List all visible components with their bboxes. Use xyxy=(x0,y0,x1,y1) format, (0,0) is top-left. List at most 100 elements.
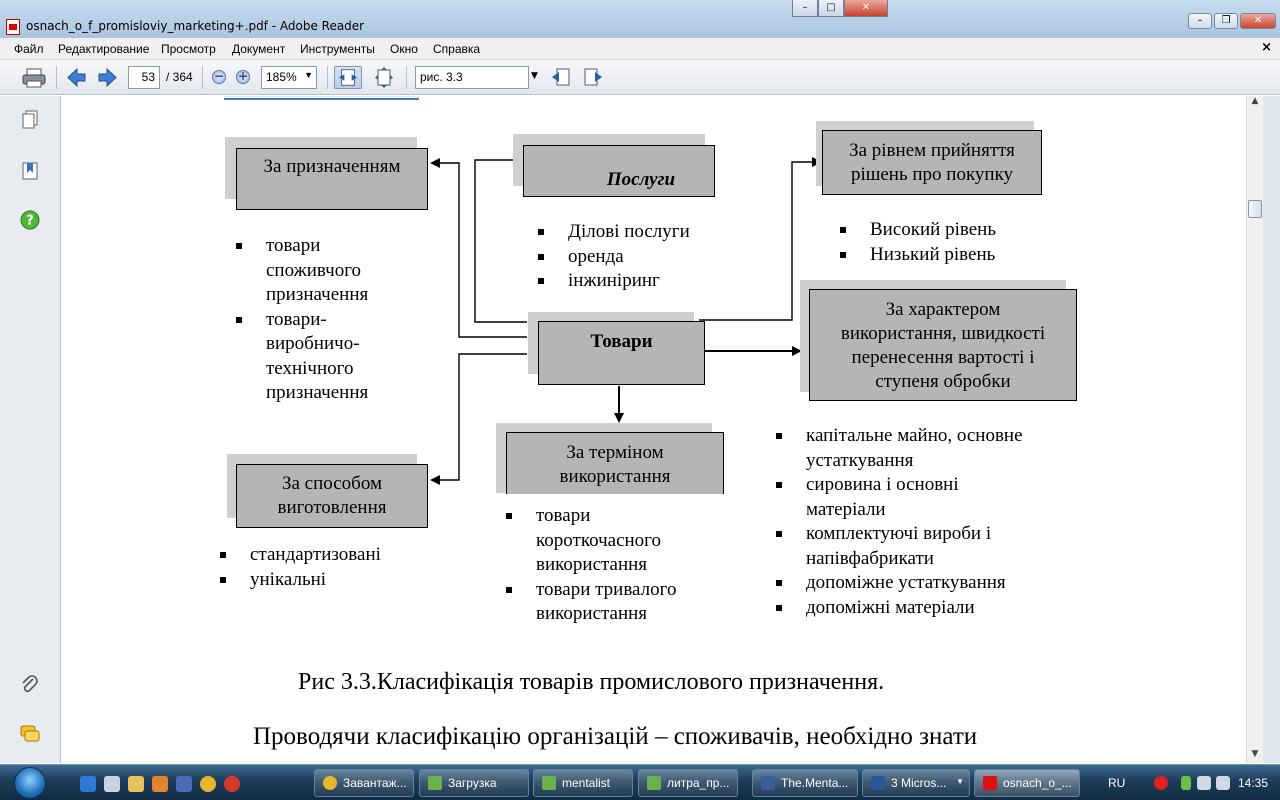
outer-window-controls: – □ ✕ xyxy=(792,0,888,17)
task-item-download[interactable]: Загрузка xyxy=(419,769,529,797)
folder-icon xyxy=(428,776,442,790)
previous-page-icon[interactable] xyxy=(64,66,88,89)
task-item-microsoft-word[interactable]: 3 Micros... ▼ xyxy=(862,769,970,797)
box-usage-line-4: ступеня обробки xyxy=(875,371,1011,392)
menu-help[interactable]: Справка xyxy=(433,42,480,56)
list-item: товари споживчого призначення xyxy=(236,234,416,308)
attachments-icon[interactable] xyxy=(19,674,41,696)
box-term-line-1: За терміном xyxy=(566,442,664,463)
explorer-icon[interactable] xyxy=(128,776,144,792)
menu-view[interactable]: Просмотр xyxy=(161,42,216,56)
window-controls: – ❐ ✕ xyxy=(1186,13,1276,29)
body-text: Проводячи класифікацію організацій – спо… xyxy=(253,723,978,750)
list-item: допоміжні матеріали xyxy=(776,596,1066,621)
figure-caption: Рис 3.3.Класифікація товарів промисловог… xyxy=(298,669,885,695)
menu-edit[interactable]: Редактирование xyxy=(58,42,149,56)
opera-tray-icon[interactable] xyxy=(1154,776,1168,790)
navigation-panel: ? xyxy=(0,96,61,763)
show-desktop-icon[interactable] xyxy=(104,776,120,792)
list-item: товари короткочасного використання xyxy=(506,504,706,578)
menu-file[interactable]: Файл xyxy=(14,42,44,56)
start-button[interactable] xyxy=(14,767,46,799)
fit-page-icon[interactable] xyxy=(370,66,398,89)
scrollbar-thumb[interactable] xyxy=(1248,200,1262,218)
box-purpose: За призначенням xyxy=(236,148,428,210)
close-icon[interactable]: ✕ xyxy=(844,0,888,17)
internet-explorer-icon[interactable] xyxy=(80,776,96,792)
toolbar: 53 / 364 − + 185% ▼ рис. 3.3 ▼ xyxy=(0,60,1280,95)
chrome-icon xyxy=(323,776,337,790)
document-view: За призначенням Послуги За рівнем прийня… xyxy=(62,96,1246,763)
menu-window[interactable]: Окно xyxy=(390,42,418,56)
pdf-icon xyxy=(983,776,997,790)
list-item: товари-виробничо-технічного призначення xyxy=(236,308,416,406)
chevron-down-icon: ▼ xyxy=(304,70,313,80)
scroll-up-icon[interactable]: ▲ xyxy=(1247,96,1263,110)
bookmarks-icon[interactable] xyxy=(19,160,41,182)
task-item-chrome[interactable]: Завантаж... xyxy=(314,769,414,797)
restore-button[interactable]: ❐ xyxy=(1214,13,1238,29)
menu-tools[interactable]: Инструменты xyxy=(300,42,375,56)
box-usage-character: За характером використання, швидкості пе… xyxy=(809,289,1077,401)
search-dropdown-icon[interactable]: ▼ xyxy=(531,71,538,94)
list-item: комплектуючі вироби і напівфабрикати xyxy=(776,522,1066,571)
save-icon[interactable] xyxy=(176,776,192,792)
next-page-icon[interactable] xyxy=(96,66,120,89)
list-item: товари тривалого використання xyxy=(506,578,706,627)
volume-icon[interactable] xyxy=(1216,776,1230,790)
search-input[interactable]: рис. 3.3 xyxy=(415,66,529,89)
list-item: стандартизовані xyxy=(220,543,420,568)
box-term-line-2: використання xyxy=(559,466,671,487)
list-item: сировина і основні матеріали xyxy=(776,473,1066,522)
chrome-icon[interactable] xyxy=(200,776,216,792)
tray-app-icon[interactable] xyxy=(1181,776,1191,790)
box-usage-line-3: перенесення вартості і xyxy=(851,347,1035,368)
pages-icon[interactable] xyxy=(19,109,41,131)
zoom-out-icon[interactable]: − xyxy=(212,70,226,84)
list-term: товари короткочасного використання товари … xyxy=(506,504,706,627)
language-indicator[interactable]: RU xyxy=(1108,776,1125,790)
page-total: / 364 xyxy=(166,70,193,84)
comments-icon[interactable] xyxy=(19,723,41,745)
find-next-icon[interactable] xyxy=(582,66,604,89)
list-item: унікальні xyxy=(220,568,420,593)
zoom-in-icon[interactable]: + xyxy=(236,70,250,84)
minimize-icon[interactable]: – xyxy=(792,0,818,17)
help-icon[interactable]: ? xyxy=(19,209,41,231)
list-services: Ділові послуги оренда інжиніринг xyxy=(538,220,738,294)
close-document-icon[interactable]: × xyxy=(1261,40,1272,55)
opera-icon[interactable] xyxy=(224,776,240,792)
fit-width-icon[interactable] xyxy=(334,66,362,89)
list-item: оренда xyxy=(538,245,738,270)
list-item: Ділові послуги xyxy=(538,220,738,245)
scroll-down-icon[interactable]: ▼ xyxy=(1247,749,1263,763)
zoom-select[interactable]: 185% ▼ xyxy=(261,66,317,89)
page-number-input[interactable]: 53 xyxy=(128,66,160,89)
box-manufacturing-line-1: За способом xyxy=(281,473,383,494)
box-usage-line-1: За характером xyxy=(885,299,1001,320)
menu-document[interactable]: Документ xyxy=(232,42,285,56)
task-item-the-mentalist[interactable]: The.Menta... xyxy=(752,769,858,797)
list-usage-character: капітальне майно, основне устаткування си… xyxy=(776,424,1066,620)
task-item-adobe-reader[interactable]: osnach_o_... xyxy=(974,769,1080,797)
media-icon xyxy=(761,776,775,790)
menu-bar: Файл Редактирование Просмотр Документ Ин… xyxy=(0,38,1280,60)
task-item-mentalist[interactable]: mentalist xyxy=(533,769,633,797)
list-item: капітальне майно, основне устаткування xyxy=(776,424,1066,473)
vertical-scrollbar[interactable]: ▲ ▼ xyxy=(1246,96,1263,763)
folder-icon xyxy=(542,776,556,790)
box-services: Послуги xyxy=(523,145,715,197)
box-usage-line-2: використання, швидкості xyxy=(840,323,1046,344)
network-icon[interactable] xyxy=(1197,776,1211,790)
task-item-literature[interactable]: литра_пр... xyxy=(638,769,738,797)
find-previous-icon[interactable] xyxy=(550,66,572,89)
maximize-icon[interactable]: □ xyxy=(818,0,844,17)
taskbar: Завантаж... Загрузка mentalist литра_пр.… xyxy=(0,764,1280,800)
firefox-icon[interactable] xyxy=(152,776,168,792)
list-item: інжиніринг xyxy=(538,269,738,294)
print-icon[interactable] xyxy=(20,66,48,89)
close-button[interactable]: ✕ xyxy=(1240,13,1276,29)
minimize-button[interactable]: – xyxy=(1188,13,1212,29)
clock: 14:35 xyxy=(1238,776,1269,790)
list-decision: Високий рівень Низький рівень xyxy=(840,218,1040,267)
